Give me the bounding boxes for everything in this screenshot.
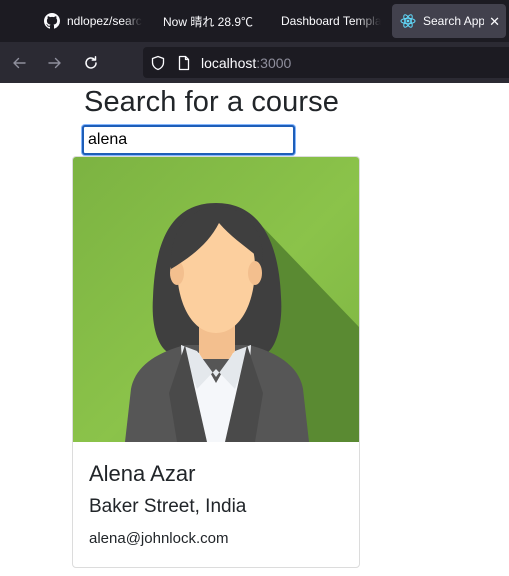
- reload-icon: [85, 56, 97, 69]
- page-icon: [176, 55, 192, 71]
- close-tab-icon[interactable]: ✕: [489, 15, 500, 28]
- tab-label: ndlopez/searc: [67, 14, 142, 28]
- result-email: alena@johnlock.com: [89, 530, 229, 547]
- avatar: [73, 157, 359, 442]
- back-button[interactable]: [8, 52, 30, 74]
- search-input[interactable]: [82, 125, 295, 155]
- url-port: :3000: [256, 54, 292, 71]
- tab-search-app[interactable]: Search App ✕: [392, 4, 506, 38]
- tab-label: Search App: [423, 14, 485, 28]
- github-icon: [44, 13, 60, 29]
- address-bar[interactable]: localhost:3000: [143, 47, 509, 78]
- forward-button[interactable]: [44, 52, 66, 74]
- arrow-left-icon: [13, 57, 26, 69]
- tab-weather[interactable]: Now 晴れ 28.9℃: [163, 4, 263, 38]
- react-icon: [400, 13, 416, 29]
- arrow-right-icon: [48, 57, 61, 69]
- result-card: Alena Azar Baker Street, India alena@joh…: [72, 156, 360, 568]
- tab-label: Now 晴れ 28.9℃: [163, 14, 254, 29]
- page-title: Search for a course: [84, 86, 339, 118]
- reload-button[interactable]: [80, 52, 102, 74]
- tab-label: Dashboard Templa: [281, 14, 381, 28]
- browser-nav-bar: localhost:3000: [0, 42, 509, 83]
- tab-github[interactable]: ndlopez/searc: [44, 4, 144, 38]
- browser-tab-bar: ndlopez/searc Now 晴れ 28.9℃ Dashboard Tem…: [0, 0, 509, 42]
- tab-dashboard[interactable]: Dashboard Templa: [281, 4, 381, 38]
- result-name: Alena Azar: [89, 461, 196, 486]
- url-host: localhost: [201, 54, 257, 71]
- result-address: Baker Street, India: [89, 496, 247, 517]
- shield-icon[interactable]: [150, 55, 166, 71]
